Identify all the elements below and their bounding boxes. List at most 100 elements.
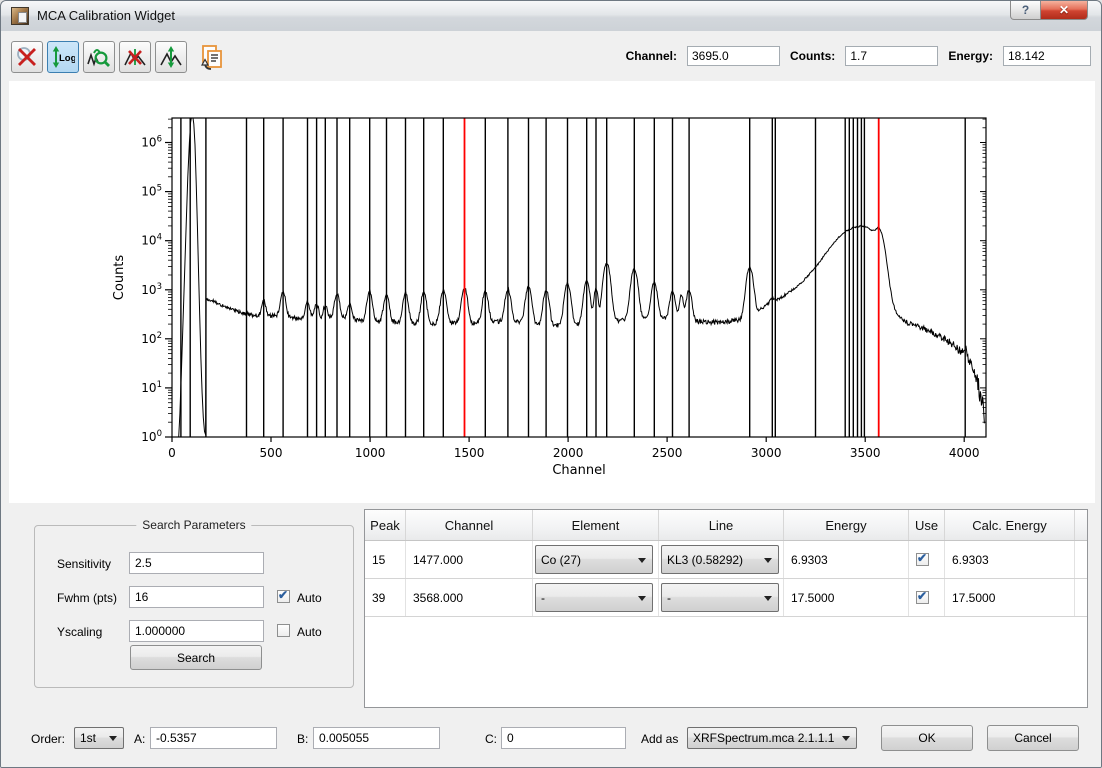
table-row: 15 1477.000 Co (27) KL3 (0.58292) 6.9303… <box>365 541 1087 579</box>
x-tick-label: 1000 <box>355 446 386 460</box>
header-channel[interactable]: Channel <box>406 510 533 540</box>
y-tick-label: 103 <box>141 282 162 297</box>
peak-cell[interactable]: 39 <box>365 579 406 616</box>
element-dropdown[interactable]: Co (27) <box>535 545 653 574</box>
peak-search-button[interactable] <box>83 41 115 73</box>
sensitivity-input[interactable] <box>129 552 264 574</box>
chevron-down-icon <box>109 736 117 741</box>
coeff-b-input[interactable] <box>313 727 440 749</box>
mca-calibration-dialog: MCA Calibration Widget ? ✕ <box>0 0 1102 768</box>
header-use[interactable]: Use <box>909 510 945 540</box>
footer-bar: Order: 1st A: B: C: Add as XRFSpectrum.m… <box>1 708 1101 767</box>
header-peak[interactable]: Peak <box>365 510 406 540</box>
line-dropdown[interactable]: KL3 (0.58292) <box>661 545 779 574</box>
peak-table: Peak Channel Element Line Energy Use Cal… <box>364 509 1088 708</box>
header-filler <box>1075 510 1087 540</box>
table-row: 39 3568.000 - - 17.5000 17.5000 <box>365 579 1087 617</box>
order-dropdown[interactable]: 1st <box>74 727 124 749</box>
sensitivity-label: Sensitivity <box>57 557 111 571</box>
line-dropdown[interactable]: - <box>661 583 779 612</box>
coeff-c-input[interactable] <box>501 727 626 749</box>
order-label: Order: <box>31 732 65 746</box>
yscaling-input[interactable] <box>129 620 264 642</box>
chevron-down-icon <box>764 558 772 563</box>
coeff-a-input[interactable] <box>150 727 277 749</box>
fwhm-auto-label: Auto <box>297 591 322 605</box>
x-tick-label: 500 <box>260 446 283 460</box>
documents-copy-icon <box>198 58 226 75</box>
energy-readout-label: Energy: <box>948 49 993 63</box>
channel-readout-label: Channel: <box>626 49 677 63</box>
peak-cell[interactable]: 15 <box>365 541 406 578</box>
y-axis-label: Counts <box>112 255 127 301</box>
yscaling-label: Yscaling <box>57 625 102 639</box>
y-tick-label: 106 <box>141 135 162 150</box>
copy-spectrum-button[interactable] <box>198 43 226 71</box>
spectrum-curve <box>179 117 985 438</box>
counts-readout-value[interactable] <box>845 46 938 66</box>
x-tick-label: 2000 <box>553 446 584 460</box>
fwhm-input[interactable] <box>129 586 264 608</box>
x-tick-label: 3500 <box>850 446 881 460</box>
group-title: Search Parameters <box>136 518 251 532</box>
coeff-b-label: B: <box>297 732 308 746</box>
x-axis-label: Channel <box>552 463 605 478</box>
channel-cell[interactable]: 1477.000 <box>406 541 533 578</box>
element-cell: Co (27) <box>533 541 659 578</box>
header-element[interactable]: Element <box>533 510 659 540</box>
header-calc-energy[interactable]: Calc. Energy <box>945 510 1075 540</box>
clear-peaks-button[interactable] <box>119 41 151 73</box>
use-checkbox[interactable] <box>916 553 929 566</box>
counts-readout-label: Counts: <box>790 49 835 63</box>
line-dropdown-value: KL3 (0.58292) <box>667 553 743 567</box>
spectrum-svg[interactable]: 0500100015002000250030003500400010010110… <box>9 81 1095 503</box>
fwhm-auto-checkbox[interactable] <box>277 590 290 603</box>
cancel-button[interactable]: Cancel <box>987 725 1079 751</box>
spectrum-plot-canvas[interactable]: 0500100015002000250030003500400010010110… <box>9 81 1095 503</box>
help-button[interactable]: ? <box>1010 1 1041 20</box>
element-dropdown-value: - <box>541 591 545 605</box>
log-scale-toggle[interactable]: Log <box>47 41 79 73</box>
energy-readout-value[interactable] <box>1003 46 1091 66</box>
add-as-dropdown[interactable]: XRFSpectrum.mca 2.1.1.1 <box>687 727 857 749</box>
yscaling-auto-label: Auto <box>297 625 322 639</box>
y-tick-label: 105 <box>141 184 162 199</box>
zoom-reset-button[interactable] <box>11 41 43 73</box>
svg-text:Log: Log <box>59 53 75 64</box>
line-cell: - <box>659 579 784 616</box>
calc-energy-cell[interactable]: 17.5000 <box>945 579 1075 616</box>
title-bar[interactable]: MCA Calibration Widget ? ✕ <box>1 1 1101 32</box>
order-dropdown-value: 1st <box>80 731 96 745</box>
row-filler <box>1075 541 1087 578</box>
coeff-a-label: A: <box>134 732 145 746</box>
element-dropdown[interactable]: - <box>535 583 653 612</box>
channel-cell[interactable]: 3568.000 <box>406 579 533 616</box>
line-cell: KL3 (0.58292) <box>659 541 784 578</box>
ok-button[interactable]: OK <box>881 725 973 751</box>
element-cell: - <box>533 579 659 616</box>
header-energy[interactable]: Energy <box>784 510 909 540</box>
energy-cell[interactable]: 17.5000 <box>784 579 909 616</box>
channel-readout-value[interactable] <box>687 46 780 66</box>
element-dropdown-value: Co (27) <box>541 553 581 567</box>
search-button[interactable]: Search <box>130 645 262 670</box>
use-cell <box>909 541 945 578</box>
cursor-readouts: Channel: Counts: Energy: <box>626 46 1091 66</box>
use-checkbox[interactable] <box>916 591 929 604</box>
peak-markers-button[interactable] <box>155 41 187 73</box>
y-tick-label: 101 <box>141 380 162 395</box>
use-cell <box>909 579 945 616</box>
x-tick-label: 4000 <box>949 446 980 460</box>
close-button[interactable]: ✕ <box>1041 1 1088 20</box>
chevron-down-icon <box>764 596 772 601</box>
y-tick-label: 102 <box>141 331 162 346</box>
chevron-down-icon <box>842 736 850 741</box>
yscaling-auto-checkbox[interactable] <box>277 624 290 637</box>
chevron-down-icon <box>638 558 646 563</box>
calc-energy-cell[interactable]: 6.9303 <box>945 541 1075 578</box>
header-line[interactable]: Line <box>659 510 784 540</box>
line-dropdown-value: - <box>667 591 671 605</box>
table-header-row: Peak Channel Element Line Energy Use Cal… <box>365 510 1087 541</box>
energy-cell[interactable]: 6.9303 <box>784 541 909 578</box>
add-as-label: Add as <box>641 732 678 746</box>
